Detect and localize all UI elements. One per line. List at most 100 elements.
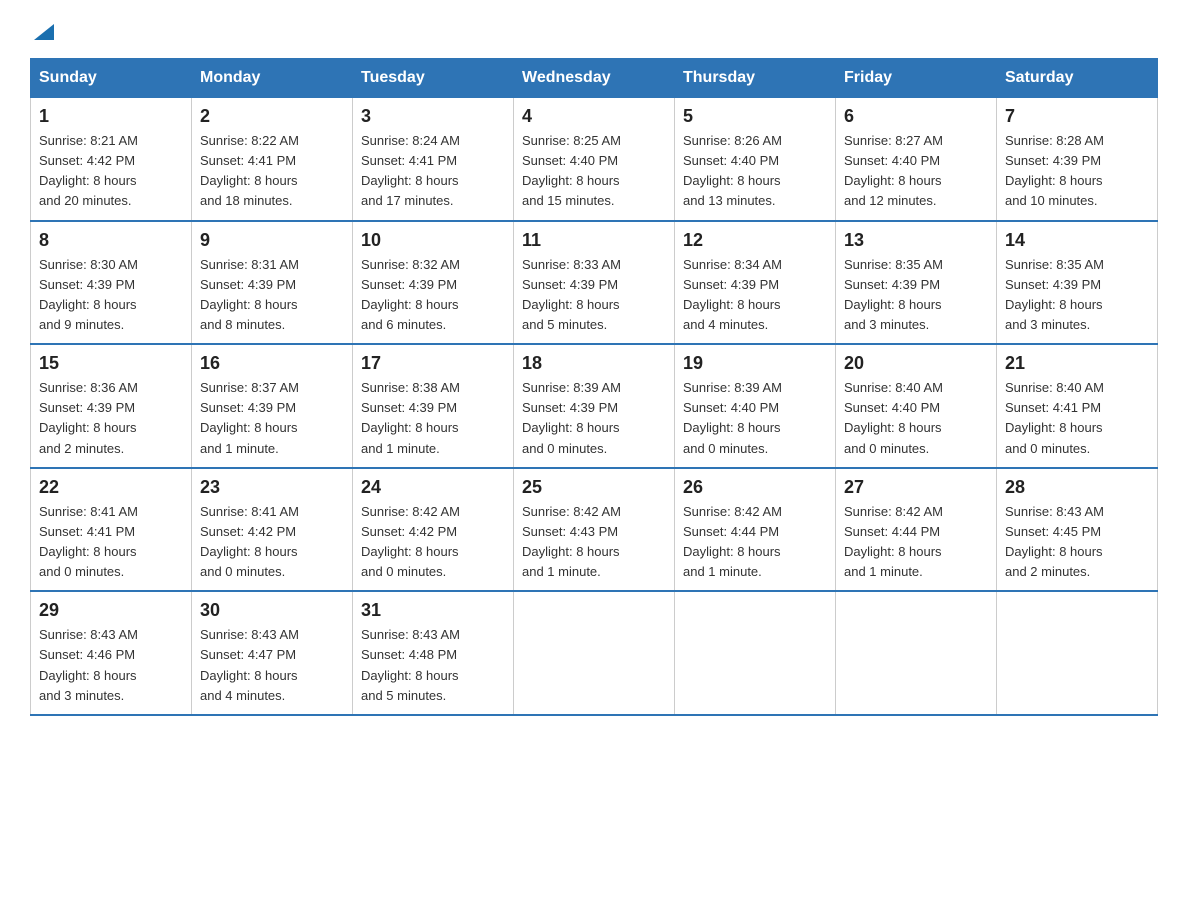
calendar-cell: 29 Sunrise: 8:43 AM Sunset: 4:46 PM Dayl… [31,591,192,715]
day-number: 25 [522,477,666,498]
calendar-cell: 22 Sunrise: 8:41 AM Sunset: 4:41 PM Dayl… [31,468,192,592]
calendar-cell: 26 Sunrise: 8:42 AM Sunset: 4:44 PM Dayl… [675,468,836,592]
header-tuesday: Tuesday [353,59,514,98]
calendar-cell: 10 Sunrise: 8:32 AM Sunset: 4:39 PM Dayl… [353,221,514,345]
calendar-cell [836,591,997,715]
day-number: 23 [200,477,344,498]
header-thursday: Thursday [675,59,836,98]
calendar-cell: 17 Sunrise: 8:38 AM Sunset: 4:39 PM Dayl… [353,344,514,468]
day-info: Sunrise: 8:28 AM Sunset: 4:39 PM Dayligh… [1005,131,1149,212]
day-number: 3 [361,106,505,127]
day-number: 13 [844,230,988,251]
calendar-cell: 13 Sunrise: 8:35 AM Sunset: 4:39 PM Dayl… [836,221,997,345]
calendar-table: SundayMondayTuesdayWednesdayThursdayFrid… [30,58,1158,716]
day-number: 18 [522,353,666,374]
day-info: Sunrise: 8:35 AM Sunset: 4:39 PM Dayligh… [844,255,988,336]
day-number: 17 [361,353,505,374]
calendar-cell: 4 Sunrise: 8:25 AM Sunset: 4:40 PM Dayli… [514,98,675,221]
day-info: Sunrise: 8:38 AM Sunset: 4:39 PM Dayligh… [361,378,505,459]
day-number: 5 [683,106,827,127]
calendar-cell: 28 Sunrise: 8:43 AM Sunset: 4:45 PM Dayl… [997,468,1158,592]
day-info: Sunrise: 8:33 AM Sunset: 4:39 PM Dayligh… [522,255,666,336]
calendar-cell: 1 Sunrise: 8:21 AM Sunset: 4:42 PM Dayli… [31,98,192,221]
calendar-cell: 3 Sunrise: 8:24 AM Sunset: 4:41 PM Dayli… [353,98,514,221]
header-sunday: Sunday [31,59,192,98]
day-number: 26 [683,477,827,498]
day-number: 19 [683,353,827,374]
header-row: SundayMondayTuesdayWednesdayThursdayFrid… [31,59,1158,98]
day-number: 6 [844,106,988,127]
week-row-3: 15 Sunrise: 8:36 AM Sunset: 4:39 PM Dayl… [31,344,1158,468]
day-info: Sunrise: 8:43 AM Sunset: 4:47 PM Dayligh… [200,625,344,706]
calendar-cell: 20 Sunrise: 8:40 AM Sunset: 4:40 PM Dayl… [836,344,997,468]
header-friday: Friday [836,59,997,98]
day-number: 22 [39,477,183,498]
day-info: Sunrise: 8:42 AM Sunset: 4:42 PM Dayligh… [361,502,505,583]
day-info: Sunrise: 8:40 AM Sunset: 4:41 PM Dayligh… [1005,378,1149,459]
day-info: Sunrise: 8:42 AM Sunset: 4:44 PM Dayligh… [683,502,827,583]
day-number: 30 [200,600,344,621]
week-row-4: 22 Sunrise: 8:41 AM Sunset: 4:41 PM Dayl… [31,468,1158,592]
calendar-cell: 2 Sunrise: 8:22 AM Sunset: 4:41 PM Dayli… [192,98,353,221]
day-number: 1 [39,106,183,127]
calendar-cell [997,591,1158,715]
logo [30,20,54,38]
calendar-cell: 8 Sunrise: 8:30 AM Sunset: 4:39 PM Dayli… [31,221,192,345]
day-info: Sunrise: 8:41 AM Sunset: 4:41 PM Dayligh… [39,502,183,583]
day-info: Sunrise: 8:42 AM Sunset: 4:43 PM Dayligh… [522,502,666,583]
day-number: 29 [39,600,183,621]
day-info: Sunrise: 8:25 AM Sunset: 4:40 PM Dayligh… [522,131,666,212]
day-info: Sunrise: 8:39 AM Sunset: 4:39 PM Dayligh… [522,378,666,459]
calendar-cell: 7 Sunrise: 8:28 AM Sunset: 4:39 PM Dayli… [997,98,1158,221]
day-number: 2 [200,106,344,127]
calendar-cell: 18 Sunrise: 8:39 AM Sunset: 4:39 PM Dayl… [514,344,675,468]
day-info: Sunrise: 8:43 AM Sunset: 4:46 PM Dayligh… [39,625,183,706]
page-header [30,20,1158,38]
day-number: 21 [1005,353,1149,374]
calendar-cell: 15 Sunrise: 8:36 AM Sunset: 4:39 PM Dayl… [31,344,192,468]
calendar-cell: 16 Sunrise: 8:37 AM Sunset: 4:39 PM Dayl… [192,344,353,468]
day-number: 11 [522,230,666,251]
day-info: Sunrise: 8:36 AM Sunset: 4:39 PM Dayligh… [39,378,183,459]
day-info: Sunrise: 8:32 AM Sunset: 4:39 PM Dayligh… [361,255,505,336]
day-number: 16 [200,353,344,374]
day-info: Sunrise: 8:39 AM Sunset: 4:40 PM Dayligh… [683,378,827,459]
day-info: Sunrise: 8:22 AM Sunset: 4:41 PM Dayligh… [200,131,344,212]
week-row-1: 1 Sunrise: 8:21 AM Sunset: 4:42 PM Dayli… [31,98,1158,221]
day-info: Sunrise: 8:43 AM Sunset: 4:48 PM Dayligh… [361,625,505,706]
header-monday: Monday [192,59,353,98]
day-info: Sunrise: 8:31 AM Sunset: 4:39 PM Dayligh… [200,255,344,336]
day-info: Sunrise: 8:30 AM Sunset: 4:39 PM Dayligh… [39,255,183,336]
day-info: Sunrise: 8:27 AM Sunset: 4:40 PM Dayligh… [844,131,988,212]
day-info: Sunrise: 8:40 AM Sunset: 4:40 PM Dayligh… [844,378,988,459]
day-info: Sunrise: 8:42 AM Sunset: 4:44 PM Dayligh… [844,502,988,583]
week-row-5: 29 Sunrise: 8:43 AM Sunset: 4:46 PM Dayl… [31,591,1158,715]
day-number: 27 [844,477,988,498]
calendar-cell: 30 Sunrise: 8:43 AM Sunset: 4:47 PM Dayl… [192,591,353,715]
day-info: Sunrise: 8:34 AM Sunset: 4:39 PM Dayligh… [683,255,827,336]
day-info: Sunrise: 8:43 AM Sunset: 4:45 PM Dayligh… [1005,502,1149,583]
day-info: Sunrise: 8:24 AM Sunset: 4:41 PM Dayligh… [361,131,505,212]
day-number: 24 [361,477,505,498]
day-number: 14 [1005,230,1149,251]
day-number: 7 [1005,106,1149,127]
calendar-cell: 12 Sunrise: 8:34 AM Sunset: 4:39 PM Dayl… [675,221,836,345]
calendar-cell: 27 Sunrise: 8:42 AM Sunset: 4:44 PM Dayl… [836,468,997,592]
day-number: 8 [39,230,183,251]
day-number: 28 [1005,477,1149,498]
header-wednesday: Wednesday [514,59,675,98]
week-row-2: 8 Sunrise: 8:30 AM Sunset: 4:39 PM Dayli… [31,221,1158,345]
calendar-cell: 24 Sunrise: 8:42 AM Sunset: 4:42 PM Dayl… [353,468,514,592]
calendar-cell: 19 Sunrise: 8:39 AM Sunset: 4:40 PM Dayl… [675,344,836,468]
day-number: 4 [522,106,666,127]
day-info: Sunrise: 8:37 AM Sunset: 4:39 PM Dayligh… [200,378,344,459]
day-info: Sunrise: 8:41 AM Sunset: 4:42 PM Dayligh… [200,502,344,583]
calendar-cell: 31 Sunrise: 8:43 AM Sunset: 4:48 PM Dayl… [353,591,514,715]
day-info: Sunrise: 8:21 AM Sunset: 4:42 PM Dayligh… [39,131,183,212]
calendar-cell: 14 Sunrise: 8:35 AM Sunset: 4:39 PM Dayl… [997,221,1158,345]
calendar-cell: 21 Sunrise: 8:40 AM Sunset: 4:41 PM Dayl… [997,344,1158,468]
calendar-cell [675,591,836,715]
calendar-cell [514,591,675,715]
day-number: 12 [683,230,827,251]
calendar-cell: 11 Sunrise: 8:33 AM Sunset: 4:39 PM Dayl… [514,221,675,345]
